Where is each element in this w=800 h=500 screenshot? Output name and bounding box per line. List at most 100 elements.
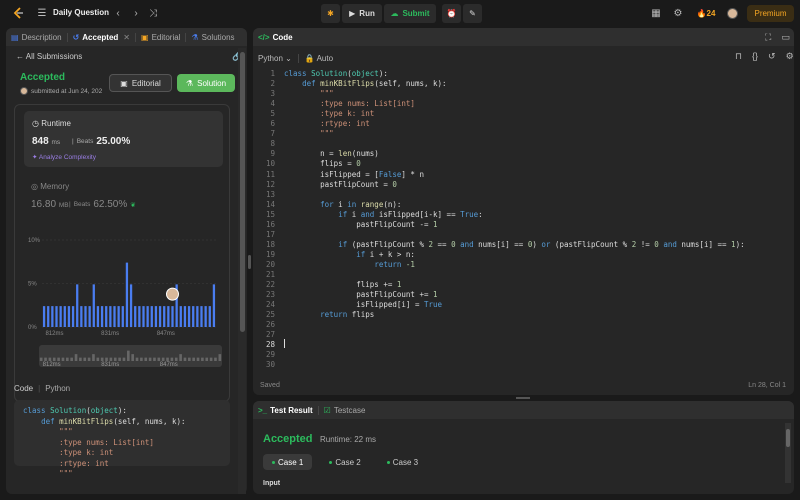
code-line[interactable]: :type k: int: [284, 109, 374, 118]
runtime-value: 848 ms: [32, 136, 61, 147]
chart-bar: [80, 306, 83, 327]
expand-icon[interactable]: ⛶: [765, 32, 771, 43]
code-line[interactable]: isFlipped = [False] * n: [284, 170, 424, 179]
case-tab-3[interactable]: Case 3: [378, 454, 427, 470]
shuffle-icon[interactable]: ⤨: [148, 7, 158, 19]
code-line[interactable]: pastFlipCount -= 1: [284, 220, 437, 229]
code-line[interactable]: if (pastFlipCount % 2 == 0 and nums[i] =…: [284, 240, 744, 249]
mini-bar: [61, 357, 65, 361]
vertical-resize-handle[interactable]: [516, 397, 530, 399]
flask-icon: ⚗: [185, 78, 194, 88]
code-line[interactable]: n = len(nums): [284, 149, 379, 158]
code-line[interactable]: if i and isFlipped[i-k] == True:: [284, 210, 483, 219]
chart-bar: [125, 262, 129, 327]
leetcode-logo[interactable]: [11, 6, 25, 20]
x-tick-label: 847ms: [157, 331, 175, 337]
chart-range-slider[interactable]: 812ms 831ms 847ms: [39, 345, 222, 367]
your-submission-marker[interactable]: [166, 287, 179, 301]
auto-mode-toggle[interactable]: 🔒 Auto: [305, 54, 333, 63]
bookmark-icon[interactable]: ⊓: [735, 51, 742, 62]
tab-editorial[interactable]: ▣ Editorial: [136, 28, 185, 46]
prev-problem-icon[interactable]: ‹: [114, 7, 122, 19]
submitted-code-view[interactable]: class Solution(object): def minKBitFlips…: [14, 400, 230, 478]
debug-button[interactable]: ✱: [321, 4, 340, 23]
chart-bar: [187, 306, 191, 327]
premium-button[interactable]: Premium: [747, 5, 794, 22]
sparkle-icon: ✦: [32, 154, 38, 161]
line-number: 1: [270, 69, 275, 78]
code-line[interactable]: for i in range(n):: [284, 200, 401, 209]
format-braces-icon[interactable]: {}: [752, 51, 758, 62]
tab-description[interactable]: ▤ Description: [6, 28, 67, 46]
layout-icon[interactable]: ▦: [651, 8, 661, 19]
tab-solutions[interactable]: ⚗ Solutions: [186, 28, 239, 46]
runtime-distribution-chart[interactable]: 10% 5% 0% 812ms 831ms 847ms: [24, 234, 224, 340]
code-editor[interactable]: 1 class Solution(object): 2 def minKBitFli…: [253, 68, 794, 378]
streak-fire-icon[interactable]: 🔥 24: [695, 7, 717, 19]
close-tab-icon[interactable]: ✕: [123, 33, 130, 42]
test-status: Accepted: [263, 433, 313, 445]
notes-icon[interactable]: ✎: [463, 4, 482, 23]
mini-bar: [87, 357, 91, 361]
chart-bar: [154, 306, 158, 327]
code-line[interactable]: class Solution(object):: [284, 69, 388, 78]
solution-button[interactable]: ⚗ Solution: [177, 74, 235, 92]
leaf-icon: ❦: [130, 201, 136, 209]
mini-bar: [57, 357, 60, 361]
next-problem-icon[interactable]: ›: [132, 7, 140, 19]
run-toolbar: ✱ ▶ Run ☁ Submit ⏰ ✎: [321, 4, 482, 23]
mini-bar: [83, 357, 87, 361]
code-line[interactable]: return -1: [284, 260, 415, 269]
left-scrollbar-thumb[interactable]: [240, 52, 245, 332]
line-number: 20: [265, 259, 275, 269]
code-line[interactable]: """: [284, 89, 334, 98]
line-number: 9: [270, 149, 275, 159]
mini-bar: [109, 357, 113, 361]
user-avatar[interactable]: [727, 8, 738, 19]
mini-bar: [174, 357, 178, 361]
mini-bar: [127, 350, 130, 361]
tab-testcase[interactable]: ☑ Testcase: [319, 401, 371, 419]
code-line[interactable]: if i + k > n:: [284, 250, 415, 259]
chart-bar: [192, 306, 195, 327]
mini-bar: [52, 357, 56, 361]
x-tick-label: 831ms: [101, 331, 119, 337]
code-line[interactable]: pastFlipCount = 0: [284, 180, 397, 189]
code-line[interactable]: :type nums: List[int]: [284, 99, 415, 108]
submit-button[interactable]: ☁ Submit: [384, 4, 436, 23]
code-line[interactable]: return flips: [284, 310, 374, 319]
tab-test-result[interactable]: >_ Test Result: [253, 401, 318, 419]
tab-code[interactable]: </> Code: [253, 28, 298, 46]
panel-resize-handle[interactable]: [248, 255, 251, 269]
code-line[interactable]: flips = 0: [284, 159, 361, 168]
settings-gear-icon[interactable]: ⚙: [673, 8, 683, 19]
run-button[interactable]: ▶ Run: [342, 4, 382, 23]
code-line[interactable]: pastFlipCount += 1: [284, 290, 437, 299]
chart-bar: [109, 306, 112, 327]
all-submissions-link[interactable]: ← All Submissions: [16, 52, 82, 61]
language-select[interactable]: Python ⌄: [258, 54, 292, 63]
case-tab-2[interactable]: Case 2: [320, 454, 369, 470]
problem-list-icon[interactable]: ☰: [37, 8, 47, 19]
page-title[interactable]: Daily Question: [53, 8, 109, 17]
editor-settings-icon[interactable]: ⚙: [786, 51, 794, 62]
editorial-button[interactable]: ▣ Editorial: [109, 74, 172, 92]
timer-icon[interactable]: ⏰: [442, 4, 461, 23]
minimize-icon[interactable]: ▭: [781, 32, 790, 43]
line-number: 29: [265, 350, 275, 360]
case-tab-1[interactable]: Case 1: [263, 454, 313, 470]
code-line[interactable]: def minKBitFlips(self, nums, k):: [284, 79, 447, 88]
analyze-complexity-link[interactable]: ✦ Analyze Complexity: [32, 153, 96, 161]
chart-bar: [88, 306, 91, 327]
code-line[interactable]: flips += 1: [284, 280, 401, 289]
code-line[interactable]: isFlipped[i] = True: [284, 300, 442, 309]
mini-bar: [140, 357, 143, 361]
tab-accepted[interactable]: ↺ Accepted ✕: [68, 28, 135, 46]
code-line[interactable]: :rtype: int: [284, 119, 370, 128]
chart-bar: [212, 284, 216, 327]
memory-label[interactable]: ◎ Memory: [31, 182, 69, 191]
code-line[interactable]: """: [284, 129, 334, 138]
test-scrollbar-thumb[interactable]: [786, 429, 790, 447]
reset-icon[interactable]: ↺: [768, 51, 776, 62]
runtime-card[interactable]: ◷ Runtime 848 ms | Beats 25.00% ✦ Analyze …: [24, 111, 223, 167]
